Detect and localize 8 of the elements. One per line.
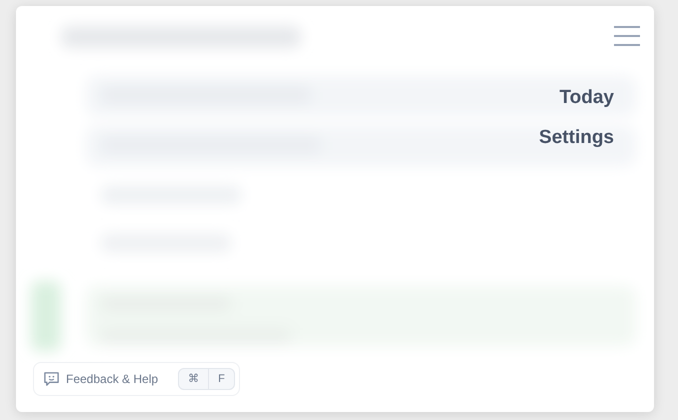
shortcut-key: ⌘ (179, 369, 208, 389)
feedback-label: Feedback & Help (66, 372, 158, 386)
feedback-help-button[interactable]: Feedback & Help ⌘ F (33, 362, 240, 396)
shortcut-key: F (208, 369, 234, 389)
menu-icon[interactable] (614, 26, 640, 46)
chat-icon (43, 370, 60, 388)
menu-item[interactable]: Settings (539, 126, 614, 150)
menu-item[interactable]: Today (559, 86, 614, 110)
